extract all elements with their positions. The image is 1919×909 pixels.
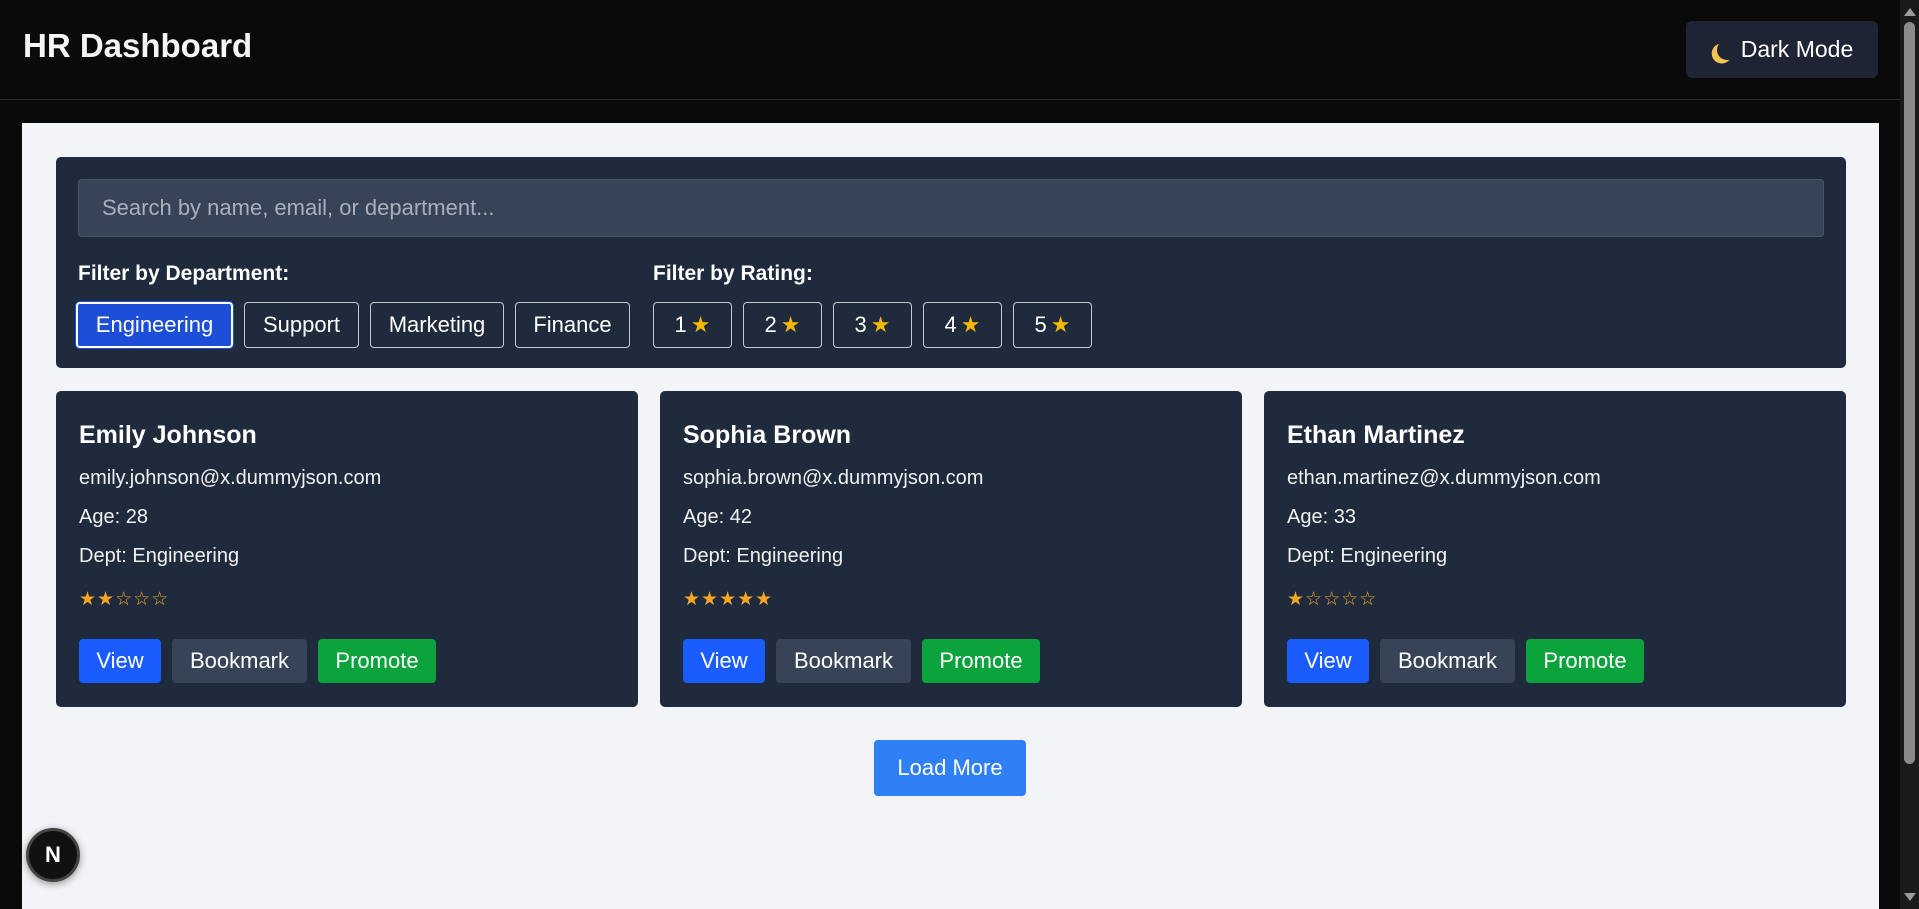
employee-age: Age: 33 — [1287, 506, 1356, 528]
department-filter-label: Filter by Department: — [78, 262, 290, 285]
top-bar: HR Dashboard Dark Mode — [0, 0, 1900, 100]
rating-filter-label: Filter by Rating: — [653, 262, 813, 285]
rating-chip-value: 5 — [1034, 312, 1047, 337]
vertical-scrollbar[interactable] — [1900, 0, 1919, 909]
app-title: HR Dashboard — [23, 27, 253, 64]
employee-age: Age: 42 — [683, 506, 752, 528]
rating-chip-4[interactable]: 4 ★ — [923, 302, 1002, 348]
employee-card: Ethan Martinez ethan.martinez@x.dummyjso… — [1264, 391, 1846, 707]
employee-name: Emily Johnson — [79, 421, 257, 449]
bookmark-button[interactable]: Bookmark — [776, 639, 911, 683]
promote-button[interactable]: Promote — [922, 639, 1040, 683]
load-more-button[interactable]: Load More — [874, 740, 1026, 796]
bookmark-button[interactable]: Bookmark — [1380, 639, 1515, 683]
employee-card: Emily Johnson emily.johnson@x.dummyjson.… — [56, 391, 638, 707]
view-button[interactable]: View — [79, 639, 161, 683]
promote-button[interactable]: Promote — [1526, 639, 1644, 683]
rating-chip-3[interactable]: 3 ★ — [833, 302, 912, 348]
scroll-up-arrow-icon[interactable] — [1904, 8, 1916, 16]
employee-age: Age: 28 — [79, 506, 148, 528]
promote-button[interactable]: Promote — [318, 639, 436, 683]
employee-email: emily.johnson@x.dummyjson.com — [79, 467, 382, 489]
rating-chip-2[interactable]: 2 ★ — [743, 302, 822, 348]
view-button[interactable]: View — [1287, 639, 1369, 683]
rating-chip-1[interactable]: 1 ★ — [653, 302, 732, 348]
employee-department: Dept: Engineering — [683, 545, 844, 567]
employee-email: ethan.martinez@x.dummyjson.com — [1287, 467, 1601, 489]
employee-name: Sophia Brown — [683, 421, 852, 449]
star-icon: ★ — [690, 312, 711, 337]
employee-name: Ethan Martinez — [1287, 421, 1465, 449]
star-icon: ★ — [780, 312, 801, 337]
rating-chip-value: 4 — [944, 312, 957, 337]
dept-chip-support[interactable]: Support — [244, 302, 359, 348]
floating-n-badge[interactable]: N — [26, 828, 80, 882]
dept-chip-engineering[interactable]: Engineering — [76, 302, 233, 348]
filter-panel: Filter by Department: Engineering Suppor… — [56, 157, 1846, 368]
employee-email: sophia.brown@x.dummyjson.com — [683, 467, 984, 489]
dark-mode-toggle[interactable]: Dark Mode — [1686, 21, 1878, 78]
dept-chip-finance[interactable]: Finance — [515, 302, 630, 348]
scrollbar-thumb[interactable] — [1904, 22, 1915, 764]
rating-chip-5[interactable]: 5 ★ — [1013, 302, 1092, 348]
main-content: Filter by Department: Engineering Suppor… — [22, 123, 1879, 909]
dept-chip-marketing[interactable]: Marketing — [370, 302, 504, 348]
moon-icon — [1715, 37, 1739, 61]
employee-rating-stars: ★☆☆☆☆ — [1287, 589, 1378, 610]
employee-department: Dept: Engineering — [1287, 545, 1448, 567]
star-icon: ★ — [1050, 312, 1071, 337]
star-icon: ★ — [870, 312, 891, 337]
bookmark-button[interactable]: Bookmark — [172, 639, 307, 683]
view-button[interactable]: View — [683, 639, 765, 683]
employee-rating-stars: ★★★★★ — [683, 589, 774, 610]
employee-rating-stars: ★★☆☆☆ — [79, 589, 170, 610]
rating-chip-value: 1 — [674, 312, 687, 337]
app-viewport: HR Dashboard Dark Mode Filter by Departm… — [0, 0, 1919, 909]
search-input[interactable] — [78, 179, 1824, 237]
star-icon: ★ — [960, 312, 981, 337]
employee-card: Sophia Brown sophia.brown@x.dummyjson.co… — [660, 391, 1242, 707]
rating-chip-value: 2 — [764, 312, 777, 337]
scroll-down-arrow-icon[interactable] — [1904, 893, 1916, 901]
employee-department: Dept: Engineering — [79, 545, 240, 567]
rating-chip-value: 3 — [854, 312, 867, 337]
dark-mode-label: Dark Mode — [1740, 36, 1854, 62]
